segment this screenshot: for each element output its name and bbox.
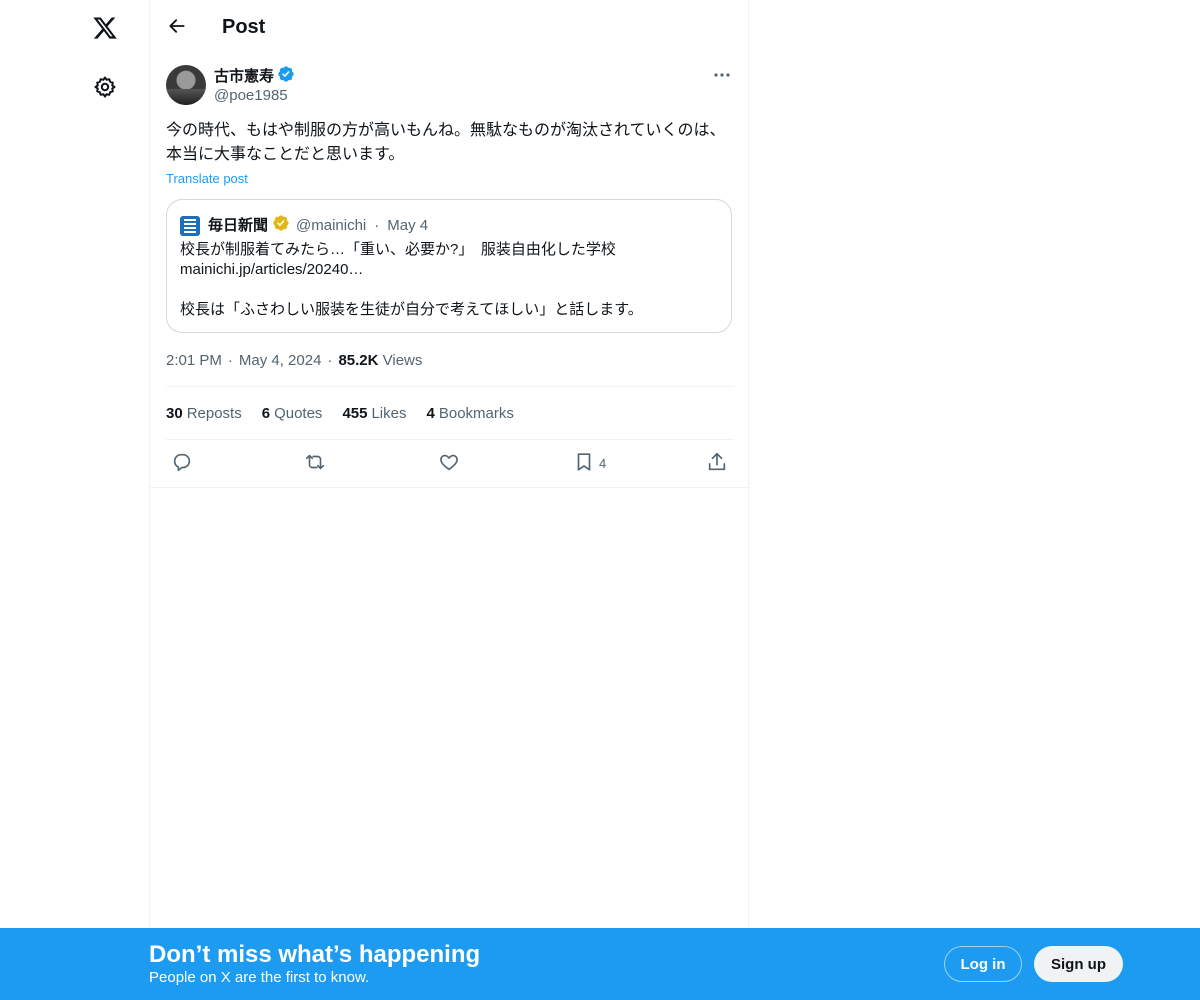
- avatar[interactable]: [166, 65, 206, 105]
- post-date[interactable]: May 4, 2024: [239, 352, 322, 369]
- header: Post: [150, 0, 750, 53]
- login-button[interactable]: Log in: [944, 946, 1022, 982]
- bookmarks-stat[interactable]: 4 Bookmarks: [427, 404, 514, 424]
- reposts-stat[interactable]: 30 Reposts: [166, 404, 242, 424]
- bookmarks-label: Bookmarks: [438, 405, 514, 422]
- banner-title: Don’t miss what’s happening: [149, 941, 481, 968]
- left-nav: [0, 0, 150, 1000]
- banner-subtitle: People on X are the first to know.: [149, 969, 370, 986]
- post-meta: 2:01 PM · May 4, 2024 · 85.2K Views: [166, 351, 422, 371]
- separator-dot: ·: [227, 352, 233, 369]
- mainichi-logo-icon: [180, 216, 200, 236]
- divider: [150, 487, 750, 488]
- divider: [166, 439, 734, 440]
- heart-icon: [438, 451, 460, 476]
- more-icon[interactable]: [710, 65, 734, 85]
- main-column: Post 古市憲寿 @poe1985 今の時代、もはや制服の方が高いもんね。無駄…: [149, 0, 750, 928]
- signup-banner: Don’t miss what’s happening People on X …: [0, 928, 1200, 1000]
- quoted-author-handle: @mainichi: [296, 217, 367, 234]
- verified-badge-icon: [272, 214, 290, 238]
- post-text: 今の時代、もはや制服の方が高いもんね。無駄なものが淘汰されていくのは、本当に大事…: [166, 122, 726, 163]
- separator-dot: ·: [374, 217, 380, 234]
- quotes-label: Quotes: [274, 405, 323, 422]
- bookmarks-count: 4: [426, 405, 435, 422]
- views-count: 85.2K: [338, 352, 379, 369]
- bookmark-icon: [573, 451, 595, 476]
- translate-post-link[interactable]: Translate post: [166, 170, 248, 188]
- quoted-author-name: 毎日新聞: [208, 217, 269, 234]
- bookmark-button[interactable]: 4: [573, 451, 606, 475]
- author-handle[interactable]: @poe1985: [214, 86, 288, 106]
- reposts-count: 30: [166, 405, 183, 422]
- quoted-post[interactable]: 毎日新聞 @mainichi · May 4 校長が制服着てみたら…「重い、必要…: [166, 199, 732, 333]
- reposts-label: Reposts: [186, 405, 242, 422]
- likes-label: Likes: [371, 405, 407, 422]
- like-button[interactable]: [438, 451, 460, 475]
- reply-button[interactable]: [171, 451, 193, 475]
- quotes-count: 6: [261, 405, 271, 422]
- share-button[interactable]: [706, 451, 728, 475]
- quoted-post-summary: 校長は「ふさわしい服装を生徒が自分で考えてほしい」と話します。: [180, 301, 643, 318]
- share-icon: [706, 451, 728, 476]
- likes-count: 455: [342, 405, 368, 422]
- separator-dot: ·: [327, 352, 333, 369]
- repost-icon: [304, 451, 326, 476]
- quoted-post-date: May 4: [387, 217, 429, 234]
- post-time[interactable]: 2:01 PM: [166, 352, 222, 369]
- post-author: 古市憲寿 @poe1985: [166, 65, 734, 109]
- quoted-post-body: 校長が制服着てみたら…「重い、必要か?」 服装自由化した学校 mainichi.…: [180, 240, 720, 320]
- likes-stat[interactable]: 455 Likes: [342, 404, 406, 424]
- signup-button[interactable]: Sign up: [1034, 946, 1123, 982]
- reply-icon: [171, 451, 193, 476]
- quoted-post-header: 毎日新聞 @mainichi · May 4: [180, 214, 428, 238]
- post-stats: 30 Reposts 6 Quotes 455 Likes 4 Bookmarks: [166, 404, 514, 424]
- page-title: Post: [222, 16, 266, 38]
- author-name[interactable]: 古市憲寿: [214, 67, 274, 87]
- post-actions: 4: [166, 451, 734, 477]
- x-logo-icon[interactable]: [83, 6, 127, 50]
- views-label: Views: [382, 352, 423, 369]
- quotes-stat[interactable]: 6 Quotes: [262, 404, 323, 424]
- divider: [166, 386, 734, 387]
- arrow-left-icon[interactable]: [160, 9, 194, 43]
- quoted-post-headline: 校長が制服着てみたら…「重い、必要か?」 服装自由化した学校: [180, 241, 616, 258]
- gear-icon[interactable]: [83, 65, 127, 109]
- bookmark-count: 4: [599, 455, 607, 471]
- quoted-post-link: mainichi.jp/articles/20240…: [180, 261, 364, 278]
- repost-button[interactable]: [304, 451, 326, 475]
